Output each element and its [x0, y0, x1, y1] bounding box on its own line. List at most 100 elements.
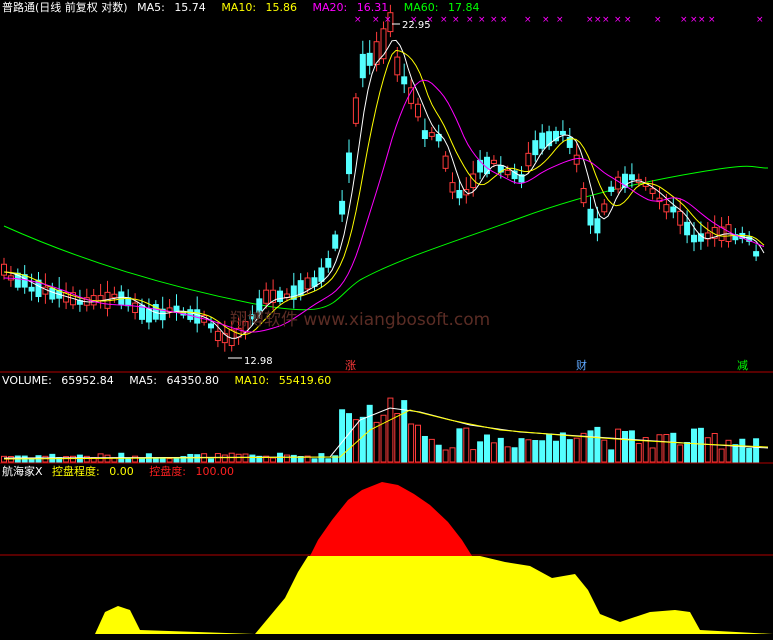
- volume-bar: [283, 454, 290, 463]
- volume-bar: [608, 449, 615, 463]
- volume-bar: [173, 457, 180, 463]
- volume-bar: [497, 437, 504, 463]
- volume-panel-header: VOLUME: 65952.84 MA5: 64350.80 MA10: 554…: [2, 374, 343, 388]
- volume-bar: [318, 453, 325, 463]
- volume-bar: [684, 441, 691, 463]
- volume-bar: [753, 438, 760, 463]
- candlestick: [214, 330, 221, 342]
- volume-bar: [159, 457, 166, 463]
- indicator-panel-header: 航海家X 控盘程度: 0.00 控盘度: 100.00: [2, 465, 246, 479]
- volume-bar: [346, 413, 352, 463]
- candlestick: [428, 132, 435, 137]
- high-price-label: 22.95: [402, 20, 431, 31]
- signal-mark: ×: [466, 15, 474, 25]
- volume-bar: [366, 404, 373, 463]
- candlestick: [587, 208, 594, 226]
- volume-bar: [249, 454, 256, 463]
- ma20-line: [3, 79, 765, 333]
- volume-bar: [594, 426, 601, 463]
- candlestick: [97, 295, 104, 301]
- signal-mark: ×: [690, 15, 698, 25]
- volume-ma10-label: MA10:: [234, 374, 270, 387]
- volume-bar: [504, 446, 511, 463]
- volume-bar: [70, 455, 76, 463]
- candlestick: [304, 277, 311, 290]
- chart-stage[interactable]: × × × × × × × × × × × × × × × × × × × × × × × × × 翔博软件 www.xiang…: [0, 0, 773, 636]
- candlestick: [663, 204, 670, 213]
- main-panel-header: 普路通(日线 前复权 对数) MA5: 15.74 MA10: 15.86 MA…: [2, 1, 491, 15]
- ma5-label: MA5:: [137, 1, 165, 14]
- volume-bar: [166, 458, 173, 463]
- volume-bar: [442, 449, 449, 463]
- signal-mark: ×: [614, 15, 622, 25]
- signal-mark: ×: [384, 15, 392, 25]
- event-marker-finance[interactable]: 财: [576, 358, 587, 372]
- candlestick: [208, 323, 214, 329]
- volume-bar: [566, 439, 573, 463]
- candlestick: [608, 186, 615, 192]
- volume-ma10-indicator: MA10: 55419.60: [235, 374, 338, 387]
- volume-bar: [394, 413, 401, 463]
- chart-title: 普路通(日线 前复权 对数): [2, 1, 128, 14]
- volume-value: 65952.84: [61, 374, 114, 387]
- volume-bar: [732, 444, 739, 463]
- signal-mark: ×: [440, 15, 448, 25]
- volume-bar: [739, 438, 746, 463]
- stock-chart-canvas[interactable]: × × × × × × × × × × × × × × × × × × × × × × × × × 翔博软件 www.xiang…: [0, 0, 773, 636]
- candlestick: [525, 152, 532, 167]
- candlestick: [145, 308, 152, 323]
- signal-mark: ×: [586, 15, 594, 25]
- control-degree-label: 控盘度:: [149, 465, 186, 478]
- volume-bar: [449, 447, 456, 463]
- volume-bar: [663, 434, 670, 463]
- event-marker-up[interactable]: 涨: [345, 359, 356, 372]
- signal-mark: ×: [624, 15, 632, 25]
- volume-bar: [359, 416, 366, 463]
- volume-bar: [622, 430, 628, 463]
- ma60-indicator: MA60: 17.84: [404, 1, 486, 14]
- volume-bar: [463, 427, 470, 463]
- candlestick: [677, 210, 684, 226]
- candlestick: [28, 286, 35, 292]
- volume-bar: [415, 424, 421, 463]
- volume-bar: [221, 454, 228, 463]
- candlestick: [401, 76, 408, 85]
- signal-mark: ×: [524, 15, 532, 25]
- volume-bar: [152, 458, 159, 463]
- candlestick: [421, 130, 428, 140]
- event-marker-reduce[interactable]: 减: [737, 359, 748, 372]
- volume-bar: [408, 423, 415, 463]
- candlestick: [539, 132, 546, 149]
- volume-bar: [573, 437, 580, 463]
- signal-mark: ×: [452, 15, 460, 25]
- watermark: 翔博软件 www.xiangbosoft.com: [230, 310, 490, 330]
- signal-mark: ×: [500, 15, 508, 25]
- volume-bar: [718, 448, 725, 463]
- volume-ma5-label: MA5:: [129, 374, 158, 387]
- volume-bar: [421, 435, 428, 463]
- indicator-name: 航海家X: [2, 465, 43, 478]
- volume-bar: [697, 427, 704, 463]
- candlestick: [691, 234, 697, 243]
- control-level-area: [0, 556, 773, 634]
- volume-bar: [677, 444, 684, 463]
- candlestick: [442, 155, 449, 169]
- volume-bar: [628, 430, 635, 463]
- candlestick: [339, 200, 346, 215]
- volume-bar: [656, 434, 663, 463]
- candlestick: [484, 156, 490, 175]
- control-level-value: 0.00: [109, 465, 134, 478]
- candlestick: [594, 218, 601, 234]
- volume-bar: [725, 439, 732, 463]
- volume-bar: [746, 447, 753, 463]
- volume-bar: [525, 439, 532, 463]
- volume-bar: [580, 432, 587, 463]
- volume-bar: [484, 434, 490, 463]
- control-degree-area: [310, 482, 472, 556]
- volume-bar: [635, 443, 642, 463]
- volume-bar: [691, 428, 697, 463]
- candlestick: [649, 188, 656, 194]
- candlestick: [277, 290, 283, 303]
- signal-mark: ×: [602, 15, 610, 25]
- candlestick: [580, 187, 587, 204]
